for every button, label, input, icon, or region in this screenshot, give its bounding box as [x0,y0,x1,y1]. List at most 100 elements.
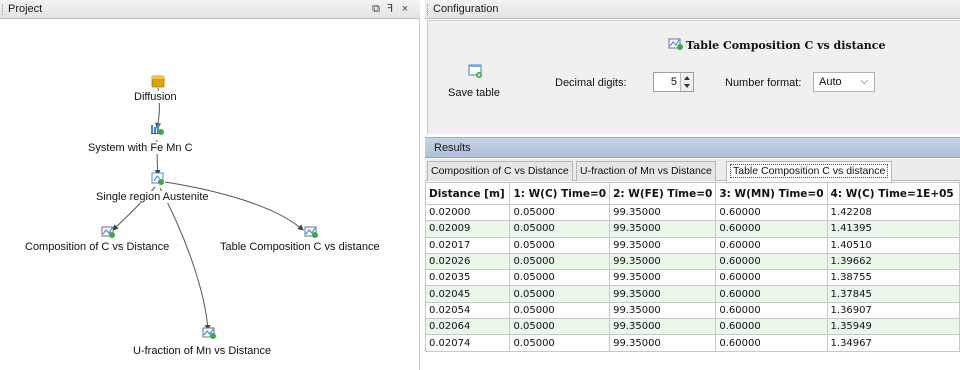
stepper-up-icon[interactable] [684,76,690,80]
table-cell[interactable]: 0.05000 [509,220,611,238]
restore-window-icon[interactable]: ⧉ [370,3,382,15]
tree-node-diffusion[interactable]: Diffusion [133,91,178,103]
number-format-value[interactable]: Auto [819,76,842,88]
table-row[interactable]: 0.02026 0.05000 99.35000 0.60000 1.39662 [424,252,960,271]
column-header[interactable]: 1: W(C) Time=0 [509,182,611,205]
grip-icon[interactable] [427,4,429,15]
plot-icon[interactable] [101,225,115,239]
tab-u-fraction-of-mn[interactable]: U-fraction of Mn vs Distance [576,161,716,181]
table-cell[interactable]: 0.02026 [424,252,511,271]
table-cell[interactable]: 99.35000 [609,334,717,352]
table-row[interactable]: 0.02064 0.05000 99.35000 0.60000 1.35949 [424,318,960,336]
column-header[interactable]: 2: W(FE) Time=0 [609,182,717,205]
table-cell[interactable]: 0.05000 [509,203,611,222]
table-cell[interactable]: 0.60000 [715,334,828,352]
tree-node-u-fraction[interactable]: U-fraction of Mn vs Distance [132,345,273,357]
table-cell[interactable]: 0.02064 [424,318,511,336]
table-cell[interactable]: 1.36907 [826,301,960,320]
table-row[interactable]: 0.02000 0.05000 99.35000 0.60000 1.42208 [424,203,960,222]
table-cell[interactable]: 99.35000 [609,252,717,271]
table-cell[interactable]: 0.02074 [424,334,511,352]
system-icon[interactable] [150,122,164,136]
table-cell[interactable]: 0.60000 [715,220,828,238]
table-cell[interactable]: 1.40510 [826,236,960,254]
table-cell[interactable]: 99.35000 [609,220,717,238]
table-cell[interactable]: 1.34967 [826,334,960,352]
table-cell[interactable]: 0.05000 [509,269,611,287]
table-cell[interactable]: 1.38755 [826,269,960,287]
tree-node-system[interactable]: System with Fe Mn C [87,142,194,154]
table-header-row: Distance [m] 1: W(C) Time=0 2: W(FE) Tim… [424,182,960,205]
table-cell[interactable]: 1.37845 [826,285,960,303]
table-cell[interactable]: 99.35000 [609,285,717,303]
table-cell[interactable]: 0.60000 [715,236,828,254]
save-table-icon[interactable] [468,64,483,79]
decimal-digits-value[interactable]: 5 [671,76,677,88]
table-cell[interactable]: 0.02045 [424,285,511,303]
calculation-icon[interactable] [151,172,165,186]
table-cell[interactable]: 0.05000 [509,285,611,303]
save-table-button[interactable]: Save table [448,87,500,99]
table-cell[interactable]: 99.35000 [609,318,717,336]
tab-label: U-fraction of Mn vs Distance [580,165,712,177]
table-cell[interactable]: 0.60000 [715,318,828,336]
table-cell[interactable]: 99.35000 [609,203,717,222]
table-cell[interactable]: 99.35000 [609,236,717,254]
column-header[interactable]: 4: W(C) Time=1E+05 [826,182,960,205]
close-icon[interactable]: × [399,3,411,15]
column-header[interactable]: Distance [m] [424,182,511,205]
table-row[interactable]: 0.02009 0.05000 99.35000 0.60000 1.41395 [424,220,960,238]
table-cell[interactable]: 1.41395 [826,220,960,238]
table-cell[interactable]: 0.05000 [509,252,611,271]
table-cell[interactable]: 0.02017 [424,236,511,254]
plot-icon [668,38,683,50]
stepper-arrows[interactable] [680,73,693,91]
table-row[interactable]: 0.02045 0.05000 99.35000 0.60000 1.37845 [424,285,960,303]
tree-node-table-composition[interactable]: Table Composition C vs distance [219,241,381,253]
tab-table-composition[interactable]: Table Composition C vs distance [726,161,893,182]
folder-icon[interactable] [151,74,165,88]
stepper-down-icon[interactable] [684,84,690,88]
table-cell[interactable]: 0.02035 [424,269,511,287]
decimal-digits-stepper[interactable]: 5 [653,72,694,92]
decimal-digits-label: Decimal digits: [555,77,627,89]
table-cell[interactable]: 0.05000 [509,334,611,352]
table-cell[interactable]: 99.35000 [609,269,717,287]
tab-composition-of-c[interactable]: Composition of C vs Distance [427,161,573,181]
pin-icon[interactable]: ꟻ [384,3,396,15]
table-cell[interactable]: 0.60000 [715,285,828,303]
table-cell[interactable]: 0.60000 [715,203,828,222]
table-cell[interactable]: 0.60000 [715,252,828,271]
configuration-body: Table Composition C vs distance Save tab… [427,20,960,134]
plot-icon[interactable] [304,225,318,239]
tab-label: Table Composition C vs distance [730,164,889,178]
table-cell[interactable]: 0.02054 [424,301,511,320]
table-cell[interactable]: 0.05000 [509,301,611,320]
edge-single-region-table [164,181,304,231]
results-tab-strip: Composition of C vs Distance U-fraction … [425,159,960,182]
plot-icon[interactable] [202,326,216,340]
tree-node-composition-plot[interactable]: Composition of C vs Distance [24,241,171,253]
chevron-down-icon[interactable]: ⌵ [860,76,868,87]
column-header[interactable]: 3: W(MN) Time=0 [715,182,828,205]
table-cell[interactable]: 0.02000 [424,203,511,222]
table-cell[interactable]: 99.35000 [609,301,717,320]
table-cell[interactable]: 0.05000 [509,236,611,254]
table-cell[interactable]: 0.02009 [424,220,511,238]
results-panel: Results Composition of C vs Distance U-f… [424,137,960,370]
number-format-select[interactable]: Auto ⌵ [813,72,875,92]
table-cell[interactable]: 0.60000 [715,301,828,320]
table-row[interactable]: 0.02017 0.05000 99.35000 0.60000 1.40510 [424,236,960,254]
table-row[interactable]: 0.02054 0.05000 99.35000 0.60000 1.36907 [424,301,960,320]
table-cell[interactable]: 1.35949 [826,318,960,336]
table-row[interactable]: 0.02035 0.05000 99.35000 0.60000 1.38755 [424,269,960,287]
table-cell[interactable]: 1.39662 [826,252,960,271]
table-cell[interactable]: 0.05000 [509,318,611,336]
table-cell[interactable]: 1.42208 [826,203,960,222]
tree-node-single-region[interactable]: Single region Austenite [95,191,210,203]
grip-icon[interactable] [2,4,4,15]
table-cell[interactable]: 0.60000 [715,269,828,287]
project-panel: Project ⧉ ꟻ × Diffusion System with Fe M… [0,0,420,370]
project-panel-header: Project ⧉ ꟻ × [0,0,420,19]
table-row[interactable]: 0.02074 0.05000 99.35000 0.60000 1.34967 [424,334,960,352]
